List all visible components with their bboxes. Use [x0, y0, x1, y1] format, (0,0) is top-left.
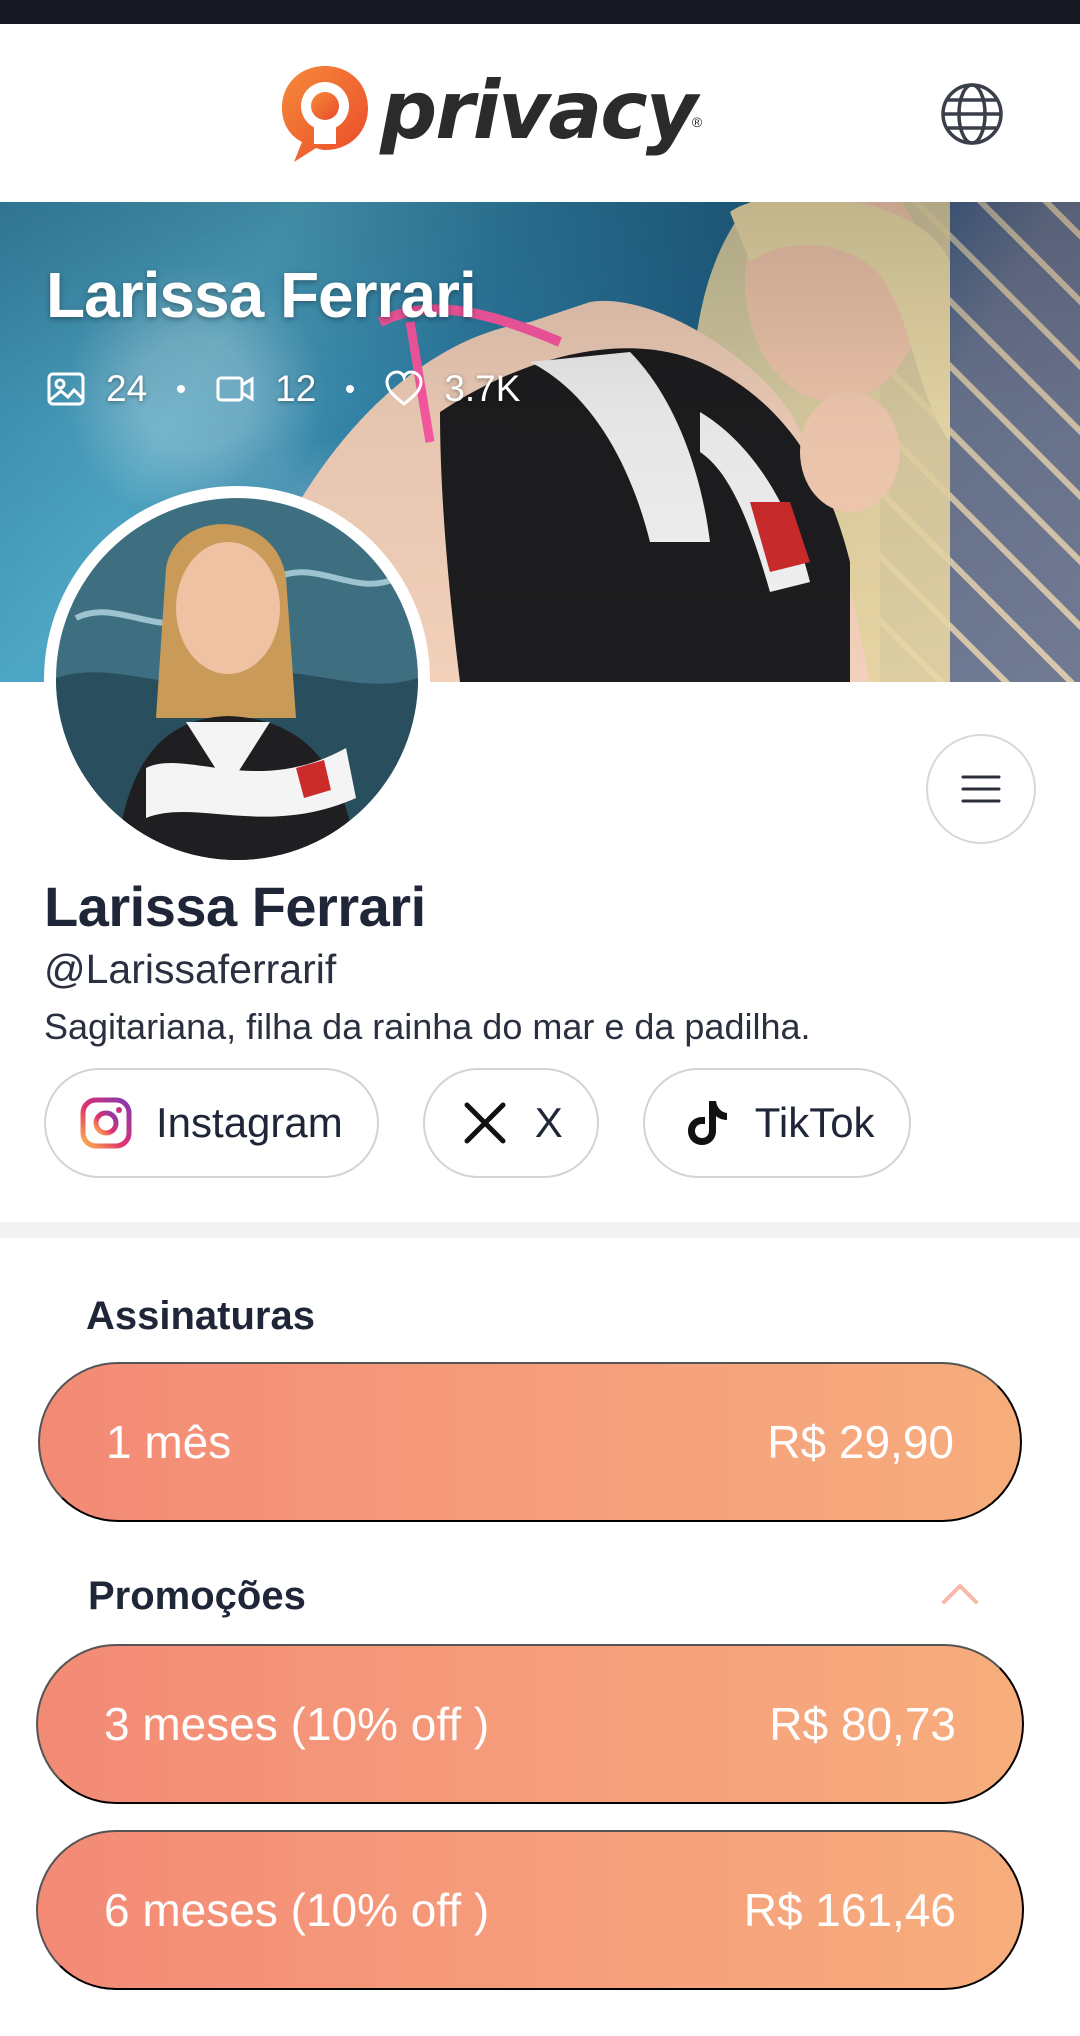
plan-label: 1 mês — [106, 1416, 232, 1468]
cover-title: Larissa Ferrari — [46, 259, 477, 331]
profile-name: Larissa Ferrari — [44, 875, 426, 938]
privacy-logo-icon — [282, 66, 368, 162]
chevron-up-icon[interactable] — [940, 1578, 980, 1608]
image-icon — [47, 372, 85, 406]
profile-stats: 24 12 3.7K — [46, 368, 520, 410]
subscriptions-heading: Assinaturas — [86, 1294, 315, 1338]
avatar-photo — [56, 498, 418, 860]
x-icon — [464, 1102, 506, 1144]
promotion-plan-button[interactable]: 3 meses (10% off ) R$ 80,73 — [36, 1644, 1024, 1804]
avatar[interactable] — [44, 486, 430, 872]
instagram-link[interactable]: Instagram — [44, 1068, 379, 1178]
photo-count: 24 — [46, 368, 147, 410]
video-count: 12 — [215, 368, 316, 410]
instagram-icon — [80, 1097, 132, 1149]
plan-label: 3 meses (10% off ) — [104, 1698, 490, 1750]
heart-icon — [385, 370, 423, 406]
video-icon — [216, 376, 254, 402]
tiktok-link[interactable]: TikTok — [642, 1068, 911, 1178]
social-links: Instagram X TikTok — [44, 1068, 955, 1180]
subscription-plan-button[interactable]: 1 mês R$ 29,90 — [38, 1362, 1022, 1522]
globe-icon[interactable] — [938, 80, 1006, 148]
top-navigation-bar: privacy ® — [0, 24, 1080, 202]
system-status-bar — [0, 0, 1080, 24]
menu-button[interactable] — [926, 734, 1036, 844]
x-link[interactable]: X — [422, 1068, 599, 1178]
promotions-heading: Promoções — [88, 1574, 306, 1618]
plan-label: 6 meses (10% off ) — [104, 1884, 490, 1936]
like-count: 3.7K — [384, 368, 520, 410]
brand-name: privacy — [380, 63, 698, 157]
plan-price: R$ 29,90 — [767, 1416, 954, 1468]
profile-handle: @Larissaferrarif — [44, 946, 337, 992]
tiktok-icon — [687, 1101, 727, 1145]
profile-bio: Sagitariana, filha da rainha do mar e da… — [44, 1006, 811, 1047]
plan-price: R$ 80,73 — [769, 1698, 956, 1750]
registered-mark: ® — [691, 114, 703, 130]
promotion-plan-button[interactable]: 6 meses (10% off ) R$ 161,46 — [36, 1830, 1024, 1990]
privacy-logo[interactable]: privacy ® — [276, 62, 702, 166]
hamburger-menu-icon — [961, 775, 1001, 803]
section-divider — [0, 1222, 1080, 1238]
plan-price: R$ 161,46 — [743, 1884, 956, 1936]
